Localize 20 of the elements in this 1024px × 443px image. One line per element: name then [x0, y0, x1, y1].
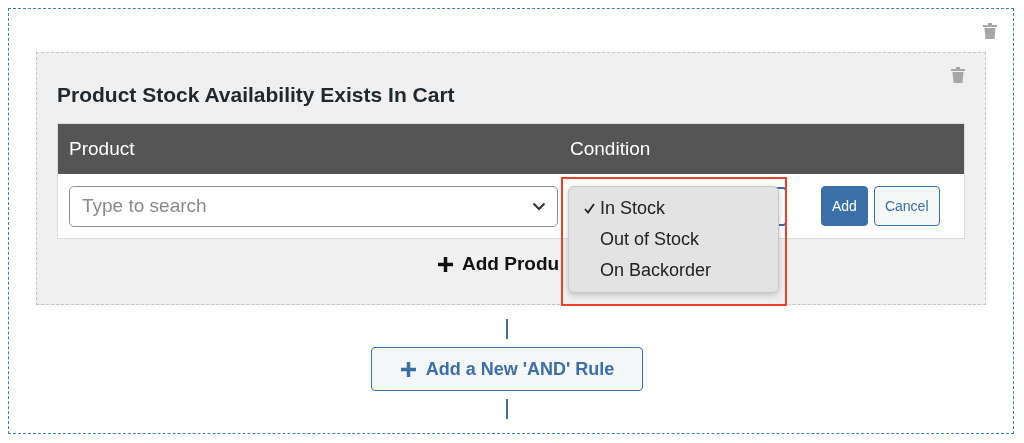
add-product-button[interactable]: Add Produ: [437, 253, 560, 275]
trash-icon[interactable]: [983, 23, 997, 39]
option-label: On Backorder: [600, 260, 712, 281]
add-button[interactable]: Add: [821, 186, 868, 226]
trash-icon[interactable]: [951, 67, 965, 83]
menu-option[interactable]: In Stock: [569, 193, 778, 224]
add-rule-button[interactable]: Add a New 'AND' Rule: [371, 347, 643, 391]
plus-icon: [437, 255, 454, 273]
column-header: Product: [68, 138, 136, 160]
cancel-button[interactable]: Cancel: [873, 186, 940, 226]
product-select[interactable]: Type to search: [69, 185, 558, 227]
option-label: In Stock: [600, 198, 666, 219]
menu-option[interactable]: Out of Stock: [569, 224, 778, 255]
option-label: Out of Stock: [600, 229, 700, 250]
plus-icon: [399, 360, 417, 378]
checkmark-icon: [583, 203, 595, 214]
column-header: Condition: [570, 138, 652, 160]
chevron-down-icon: [532, 201, 546, 211]
menu-option[interactable]: On Backorder: [569, 255, 778, 286]
group-title: Product Stock Availability Exists In Cart: [57, 83, 456, 107]
